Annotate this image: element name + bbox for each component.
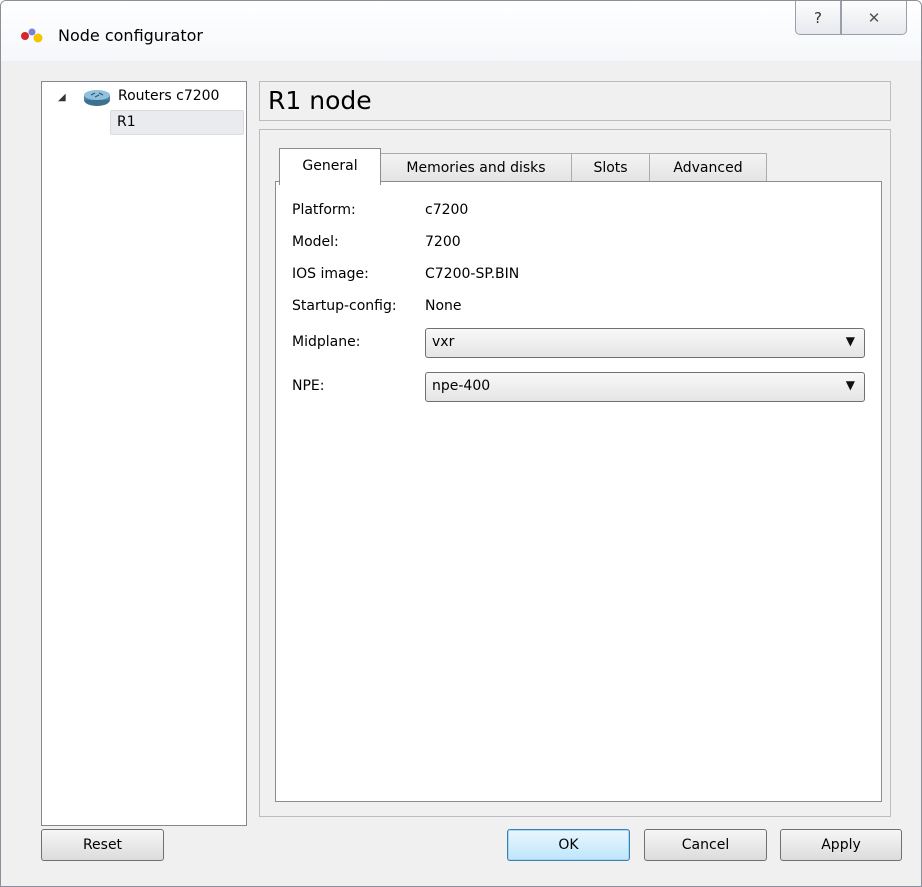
close-button[interactable]: ✕: [841, 1, 907, 35]
cancel-button[interactable]: Cancel: [644, 829, 767, 861]
ok-button[interactable]: OK: [507, 829, 630, 861]
npe-select[interactable]: npe-400 ▼: [425, 372, 865, 402]
ios-image-label: IOS image:: [292, 266, 369, 282]
midplane-select[interactable]: vxr ▼: [425, 328, 865, 358]
node-tree[interactable]: ◢ Routers c7200 R1: [41, 81, 247, 826]
tab-general[interactable]: General: [279, 148, 381, 185]
tab-slots[interactable]: Slots: [571, 153, 650, 183]
node-title: R1 node: [268, 86, 372, 115]
help-button[interactable]: ?: [795, 1, 841, 35]
platform-label: Platform:: [292, 202, 356, 218]
apply-button[interactable]: Apply: [780, 829, 902, 861]
npe-selected-value: npe-400: [432, 378, 491, 394]
general-tab-panel: Platform: c7200 Model: 7200 IOS image: C…: [275, 181, 882, 802]
tree-item-r1[interactable]: R1: [110, 110, 244, 135]
npe-label: NPE:: [292, 378, 325, 394]
tab-memories-and-disks[interactable]: Memories and disks: [380, 153, 572, 183]
node-configurator-window: Node configurator ? ✕ ◢ Routers c7200 R1…: [0, 0, 922, 887]
router-icon: [84, 90, 110, 106]
close-icon: ✕: [867, 9, 881, 27]
chevron-down-icon: ▼: [845, 378, 855, 392]
app-icon: [21, 28, 43, 43]
tree-item-r1-label: R1: [117, 114, 136, 130]
ios-image-value: C7200-SP.BIN: [425, 266, 520, 282]
title-bar: Node configurator ? ✕: [1, 1, 921, 61]
window-title: Node configurator: [58, 26, 203, 45]
node-title-box: R1 node: [259, 81, 891, 121]
model-value: 7200: [425, 234, 461, 250]
midplane-selected-value: vxr: [432, 334, 455, 350]
reset-button[interactable]: Reset: [41, 829, 164, 861]
tree-expander-icon[interactable]: ◢: [58, 92, 66, 103]
chevron-down-icon: ▼: [845, 334, 855, 348]
model-label: Model:: [292, 234, 339, 250]
tab-advanced[interactable]: Advanced: [649, 153, 767, 183]
midplane-label: Midplane:: [292, 334, 361, 350]
tree-item-routers-c7200[interactable]: Routers c7200: [118, 88, 219, 104]
help-icon: ?: [814, 9, 822, 27]
platform-value: c7200: [425, 202, 469, 218]
startup-config-label: Startup-config:: [292, 298, 397, 314]
startup-config-value: None: [425, 298, 462, 314]
